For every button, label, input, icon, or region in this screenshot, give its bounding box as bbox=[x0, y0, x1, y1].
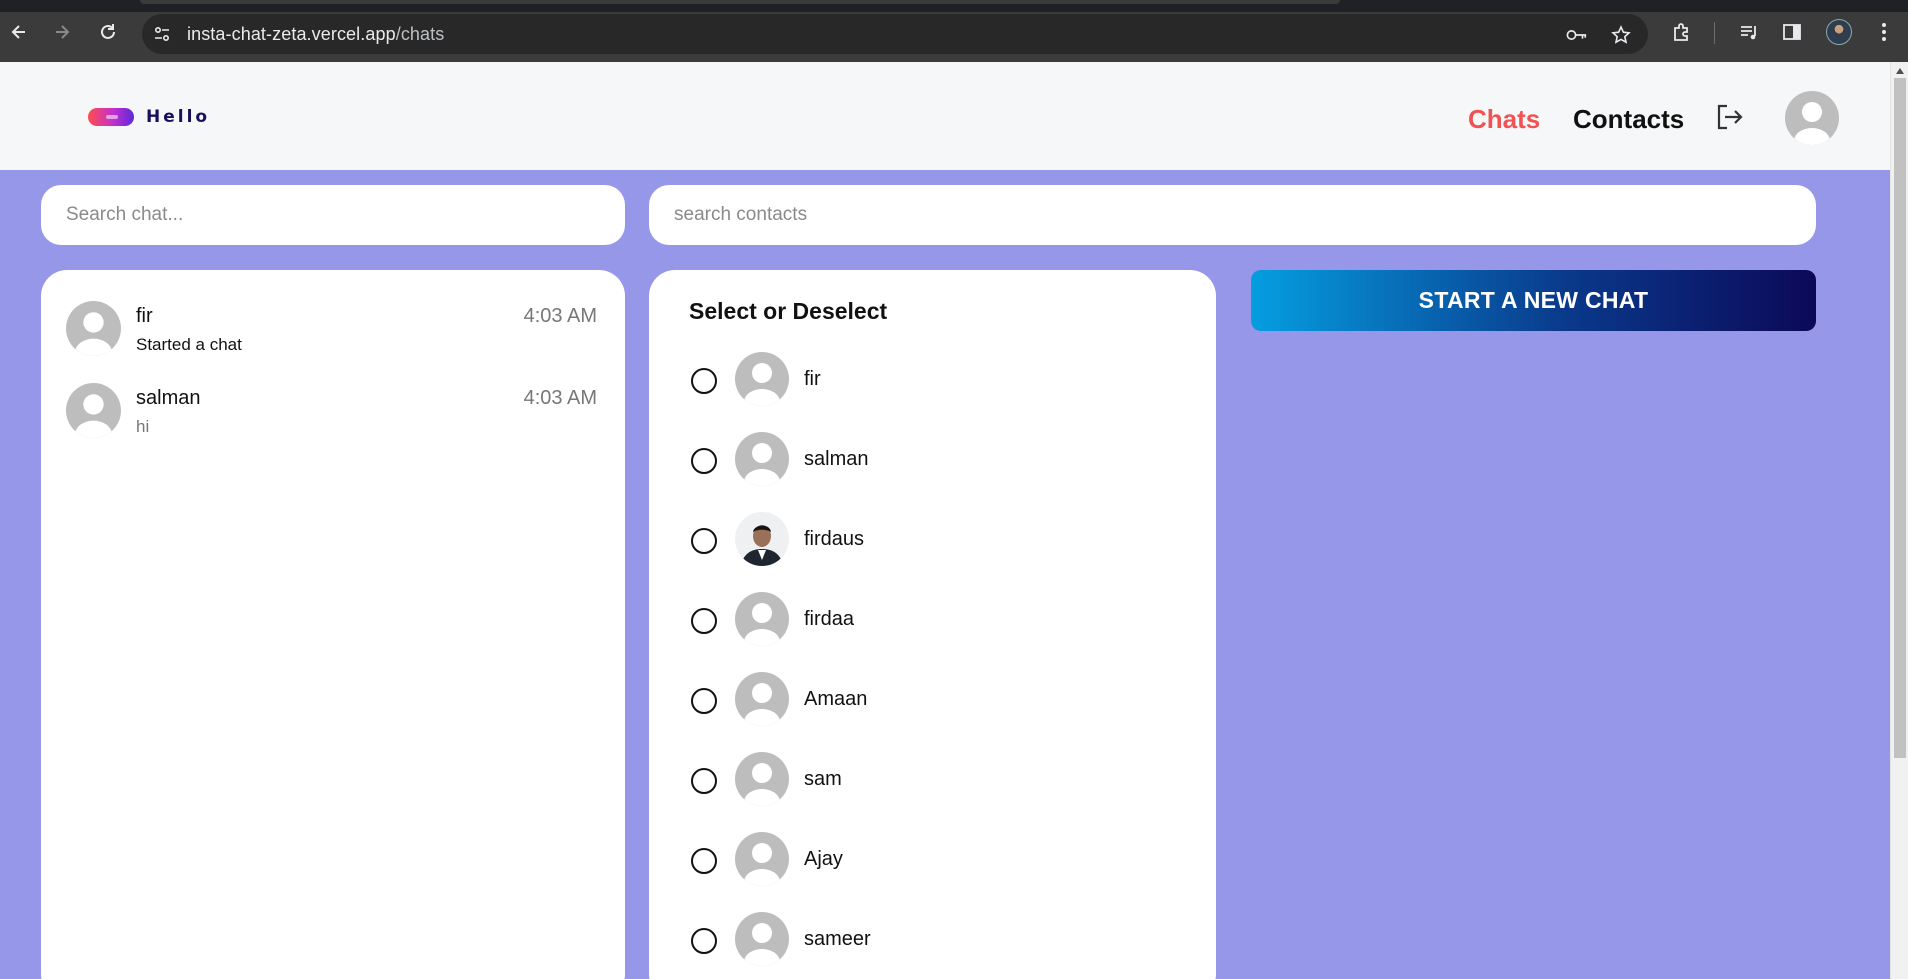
contact-avatar bbox=[735, 832, 789, 886]
extensions-icon[interactable] bbox=[1670, 20, 1694, 44]
browser-profile-avatar[interactable] bbox=[1826, 19, 1852, 45]
chat-avatar bbox=[66, 301, 121, 356]
contact-avatar bbox=[735, 592, 789, 646]
contact-row[interactable]: Amaan bbox=[649, 672, 1216, 728]
chat-time: 4:03 AM bbox=[523, 305, 597, 327]
contact-select-radio[interactable] bbox=[691, 768, 717, 794]
address-bar[interactable]: insta-chat-zeta.vercel.app/chats bbox=[142, 14, 1648, 54]
search-contacts-input[interactable] bbox=[649, 185, 1816, 245]
app-header: Hello Chats Contacts bbox=[0, 62, 1890, 170]
contact-avatar bbox=[735, 912, 789, 966]
page-scrollbar[interactable] bbox=[1890, 62, 1908, 979]
contact-name: firdaa bbox=[804, 608, 855, 630]
contact-name: sameer bbox=[804, 928, 871, 950]
contact-name: salman bbox=[804, 448, 869, 470]
chat-last-message: hi bbox=[136, 417, 150, 436]
contact-photo-avatar bbox=[735, 512, 789, 566]
logo-text: Hello bbox=[146, 107, 211, 127]
url-host: insta-chat-zeta.vercel.app bbox=[187, 24, 396, 44]
logout-icon[interactable] bbox=[1714, 102, 1744, 132]
forward-icon[interactable] bbox=[49, 19, 75, 45]
reload-icon[interactable] bbox=[95, 19, 121, 45]
contact-select-radio[interactable] bbox=[691, 608, 717, 634]
contact-name: sam bbox=[804, 768, 842, 790]
active-tab-edge bbox=[140, 0, 1340, 4]
bookmark-star-icon[interactable] bbox=[1610, 24, 1632, 46]
contact-row[interactable]: sameer bbox=[649, 912, 1216, 968]
media-controls-icon[interactable] bbox=[1737, 20, 1761, 44]
scroll-up-arrow-icon[interactable] bbox=[1896, 68, 1904, 74]
chat-list-item[interactable]: fir 4:03 AM Started a chat bbox=[41, 301, 625, 381]
toolbar-separator bbox=[1714, 22, 1715, 44]
nav-chats-link[interactable]: Chats bbox=[1468, 104, 1540, 135]
chat-name: fir bbox=[136, 305, 153, 327]
contact-name: fir bbox=[804, 368, 821, 390]
contact-select-radio[interactable] bbox=[691, 688, 717, 714]
url-path: /chats bbox=[395, 24, 445, 44]
contact-row[interactable]: Ajay bbox=[649, 832, 1216, 888]
contacts-title: Select or Deselect bbox=[689, 298, 888, 324]
nav-contacts-link[interactable]: Contacts bbox=[1573, 104, 1684, 135]
contact-select-radio[interactable] bbox=[691, 368, 717, 394]
contact-name: Amaan bbox=[804, 688, 868, 710]
chat-last-message: Started a chat bbox=[136, 335, 242, 354]
contact-row[interactable]: salman bbox=[649, 432, 1216, 488]
contact-avatar bbox=[735, 752, 789, 806]
tab-strip bbox=[0, 0, 1908, 12]
browser-toolbar: insta-chat-zeta.vercel.app/chats bbox=[0, 0, 1908, 62]
contact-avatar bbox=[735, 352, 789, 406]
contact-select-radio[interactable] bbox=[691, 848, 717, 874]
contact-row[interactable]: firdaa bbox=[649, 592, 1216, 648]
search-chat-input[interactable] bbox=[41, 185, 625, 245]
contact-name: firdaus bbox=[804, 528, 865, 550]
contact-row[interactable]: firdaus bbox=[649, 512, 1216, 568]
chat-list-panel: fir 4:03 AM Started a chat salman 4:03 A… bbox=[41, 270, 625, 979]
start-new-chat-button[interactable]: START A NEW CHAT bbox=[1251, 270, 1816, 331]
contact-select-radio[interactable] bbox=[691, 528, 717, 554]
scrollbar-thumb[interactable] bbox=[1894, 78, 1906, 758]
side-panel-icon[interactable] bbox=[1780, 20, 1804, 44]
contact-avatar bbox=[735, 432, 789, 486]
contact-row[interactable]: fir bbox=[649, 352, 1216, 408]
contact-name: Ajay bbox=[804, 848, 843, 870]
more-menu-icon[interactable] bbox=[1872, 20, 1896, 44]
contact-select-radio[interactable] bbox=[691, 928, 717, 954]
logo[interactable]: Hello bbox=[88, 106, 210, 128]
logo-chat-bubble-icon bbox=[88, 108, 134, 126]
chat-name: salman bbox=[136, 387, 201, 409]
chat-list-item[interactable]: salman 4:03 AM hi bbox=[41, 383, 625, 463]
contacts-panel: Select or Deselect fir salman firdaus fi… bbox=[649, 270, 1216, 979]
url-text: insta-chat-zeta.vercel.app/chats bbox=[187, 24, 444, 45]
key-icon[interactable] bbox=[1566, 24, 1588, 46]
site-info-icon[interactable] bbox=[152, 24, 172, 44]
contact-row[interactable]: sam bbox=[649, 752, 1216, 808]
contact-avatar bbox=[735, 672, 789, 726]
contact-select-radio[interactable] bbox=[691, 448, 717, 474]
back-icon[interactable] bbox=[6, 19, 32, 45]
chat-avatar bbox=[66, 383, 121, 438]
chat-time: 4:03 AM bbox=[523, 387, 597, 409]
user-avatar[interactable] bbox=[1785, 91, 1839, 145]
